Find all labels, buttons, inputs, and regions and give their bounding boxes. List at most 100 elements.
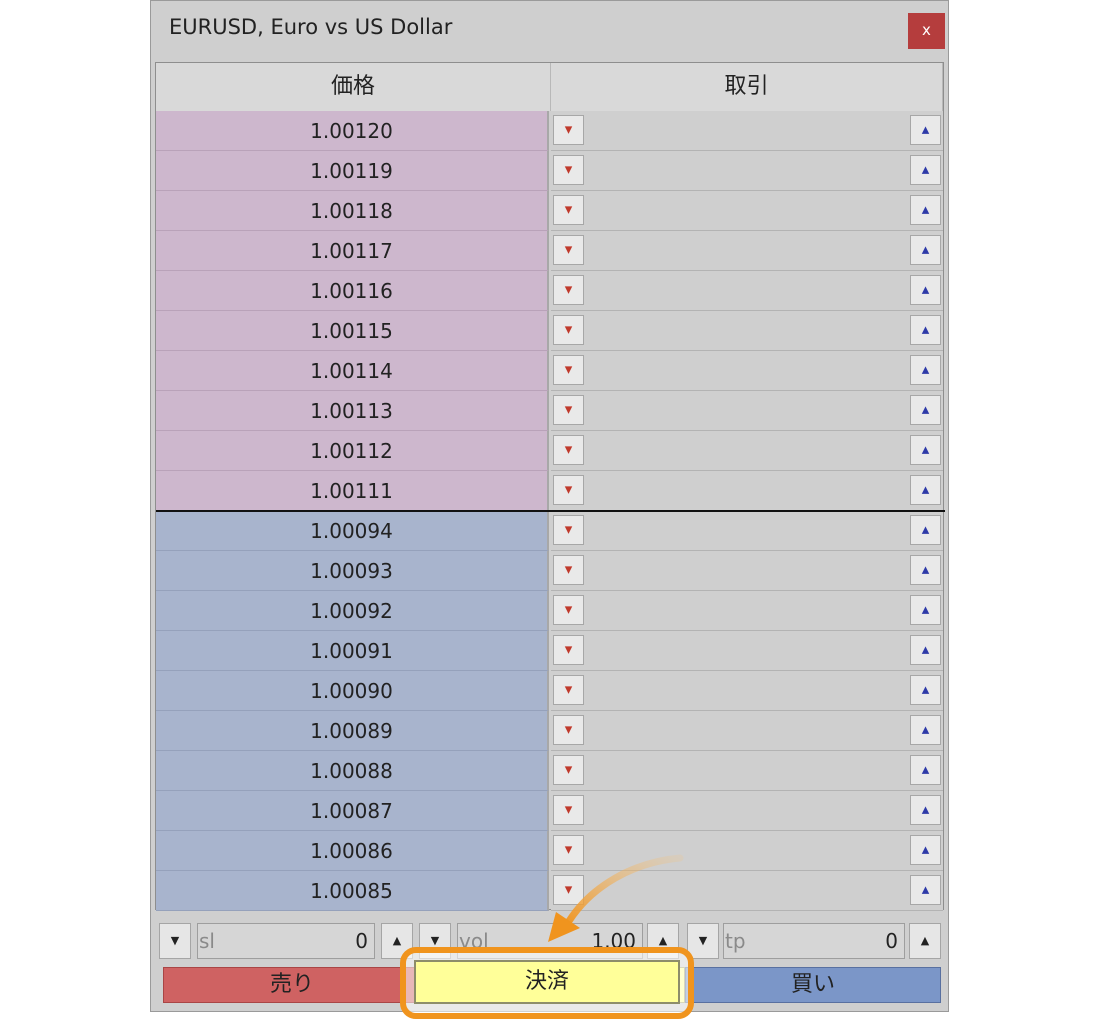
spread-divider: [156, 510, 945, 512]
buy-limit-arrow-icon[interactable]: ▴: [910, 635, 941, 665]
tp-value: 0: [885, 929, 898, 953]
sell-button[interactable]: 売り: [163, 967, 421, 1003]
price-cell: 1.00089: [156, 711, 549, 751]
price-cell: 1.00085: [156, 871, 549, 911]
sl-decrease-button[interactable]: ▼: [159, 923, 191, 959]
buy-limit-arrow-icon[interactable]: ▴: [910, 835, 941, 865]
sell-limit-arrow-icon[interactable]: ▾: [553, 635, 584, 665]
tp-field[interactable]: tp 0: [723, 923, 905, 959]
sell-limit-arrow-icon[interactable]: ▾: [553, 115, 584, 145]
ask-price-row: 1.00114 ▾ ▴: [156, 351, 943, 391]
trade-cell: ▾ ▴: [551, 271, 943, 311]
bid-price-row: 1.00088 ▾ ▴: [156, 751, 943, 791]
price-cell: 1.00113: [156, 391, 549, 431]
sell-limit-arrow-icon[interactable]: ▾: [553, 595, 584, 625]
sell-limit-arrow-icon[interactable]: ▾: [553, 275, 584, 305]
trade-cell: ▾ ▴: [551, 191, 943, 231]
ask-price-row: 1.00111 ▾ ▴: [156, 471, 943, 511]
price-cell: 1.00116: [156, 271, 549, 311]
sell-limit-arrow-icon[interactable]: ▾: [553, 555, 584, 585]
price-cell: 1.00093: [156, 551, 549, 591]
sell-limit-arrow-icon[interactable]: ▾: [553, 515, 584, 545]
bid-price-row: 1.00092 ▾ ▴: [156, 591, 943, 631]
buy-limit-arrow-icon[interactable]: ▴: [910, 355, 941, 385]
buy-limit-arrow-icon[interactable]: ▴: [910, 115, 941, 145]
buy-limit-arrow-icon[interactable]: ▴: [910, 315, 941, 345]
buy-limit-arrow-icon[interactable]: ▴: [910, 875, 941, 905]
trade-cell: ▾ ▴: [551, 431, 943, 471]
price-cell: 1.00111: [156, 471, 549, 511]
ask-price-row: 1.00113 ▾ ▴: [156, 391, 943, 431]
price-cell: 1.00087: [156, 791, 549, 831]
bid-price-row: 1.00087 ▾ ▴: [156, 791, 943, 831]
depth-of-market-table: 価格 取引 1.00120 ▾ ▴ 1.00119 ▾ ▴ 1.00118 ▾ ▴ 1.00117…: [155, 62, 945, 911]
bid-price-row: 1.00090 ▾ ▴: [156, 671, 943, 711]
pointer-arrow-icon: [548, 854, 684, 942]
price-cell: 1.00090: [156, 671, 549, 711]
buy-limit-arrow-icon[interactable]: ▴: [910, 275, 941, 305]
ask-price-row: 1.00112 ▾ ▴: [156, 431, 943, 471]
sell-limit-arrow-icon[interactable]: ▾: [553, 355, 584, 385]
price-cell: 1.00092: [156, 591, 549, 631]
close-window-button[interactable]: x: [908, 13, 945, 49]
sl-field[interactable]: sl 0: [197, 923, 375, 959]
trade-column-header: 取引: [551, 63, 943, 111]
buy-button[interactable]: 買い: [685, 967, 941, 1003]
ask-price-row: 1.00119 ▾ ▴: [156, 151, 943, 191]
sell-limit-arrow-icon[interactable]: ▾: [553, 755, 584, 785]
close-position-button[interactable]: 決済: [414, 960, 680, 1004]
price-cell: 1.00117: [156, 231, 549, 271]
buy-limit-arrow-icon[interactable]: ▴: [910, 595, 941, 625]
buy-limit-arrow-icon[interactable]: ▴: [910, 435, 941, 465]
buy-limit-arrow-icon[interactable]: ▴: [910, 155, 941, 185]
buy-limit-arrow-icon[interactable]: ▴: [910, 715, 941, 745]
sell-limit-arrow-icon[interactable]: ▾: [553, 675, 584, 705]
trade-cell: ▾ ▴: [551, 631, 943, 671]
price-cell: 1.00112: [156, 431, 549, 471]
trade-cell: ▾ ▴: [551, 511, 943, 551]
price-cell: 1.00091: [156, 631, 549, 671]
sell-limit-arrow-icon[interactable]: ▾: [553, 435, 584, 465]
buy-limit-arrow-icon[interactable]: ▴: [910, 195, 941, 225]
price-cell: 1.00086: [156, 831, 549, 871]
buy-limit-arrow-icon[interactable]: ▴: [910, 395, 941, 425]
price-cell: 1.00114: [156, 351, 549, 391]
trade-cell: ▾ ▴: [551, 671, 943, 711]
sell-limit-arrow-icon[interactable]: ▾: [553, 395, 584, 425]
sell-limit-arrow-icon[interactable]: ▾: [553, 795, 584, 825]
trade-cell: ▾ ▴: [551, 551, 943, 591]
sell-limit-arrow-icon[interactable]: ▾: [553, 235, 584, 265]
ask-price-row: 1.00120 ▾ ▴: [156, 111, 943, 151]
trade-cell: ▾ ▴: [551, 351, 943, 391]
buy-limit-arrow-icon[interactable]: ▴: [910, 755, 941, 785]
bid-price-row: 1.00089 ▾ ▴: [156, 711, 943, 751]
sell-limit-arrow-icon[interactable]: ▾: [553, 195, 584, 225]
price-cell: 1.00120: [156, 111, 549, 151]
ask-price-row: 1.00117 ▾ ▴: [156, 231, 943, 271]
trade-cell: ▾ ▴: [551, 591, 943, 631]
sl-value: 0: [355, 929, 368, 953]
trade-cell: ▾ ▴: [551, 311, 943, 351]
buy-limit-arrow-icon[interactable]: ▴: [910, 675, 941, 705]
sell-limit-arrow-icon[interactable]: ▾: [553, 475, 584, 505]
sl-placeholder: sl: [199, 929, 215, 953]
ask-price-row: 1.00115 ▾ ▴: [156, 311, 943, 351]
trade-cell: ▾ ▴: [551, 751, 943, 791]
table-header: 価格 取引: [156, 63, 943, 111]
price-cell: 1.00094: [156, 511, 549, 551]
trade-cell: ▾ ▴: [551, 791, 943, 831]
buy-limit-arrow-icon[interactable]: ▴: [910, 515, 941, 545]
buy-limit-arrow-icon[interactable]: ▴: [910, 555, 941, 585]
bid-price-row: 1.00093 ▾ ▴: [156, 551, 943, 591]
sell-limit-arrow-icon[interactable]: ▾: [553, 155, 584, 185]
buy-limit-arrow-icon[interactable]: ▴: [910, 795, 941, 825]
sell-limit-arrow-icon[interactable]: ▾: [553, 715, 584, 745]
buy-limit-arrow-icon[interactable]: ▴: [910, 475, 941, 505]
price-column-header: 価格: [156, 63, 551, 111]
buy-limit-arrow-icon[interactable]: ▴: [910, 235, 941, 265]
ask-price-row: 1.00118 ▾ ▴: [156, 191, 943, 231]
trade-cell: ▾ ▴: [551, 471, 943, 511]
trade-cell: ▾ ▴: [551, 231, 943, 271]
sell-limit-arrow-icon[interactable]: ▾: [553, 315, 584, 345]
tp-increase-button[interactable]: ▲: [909, 923, 941, 959]
